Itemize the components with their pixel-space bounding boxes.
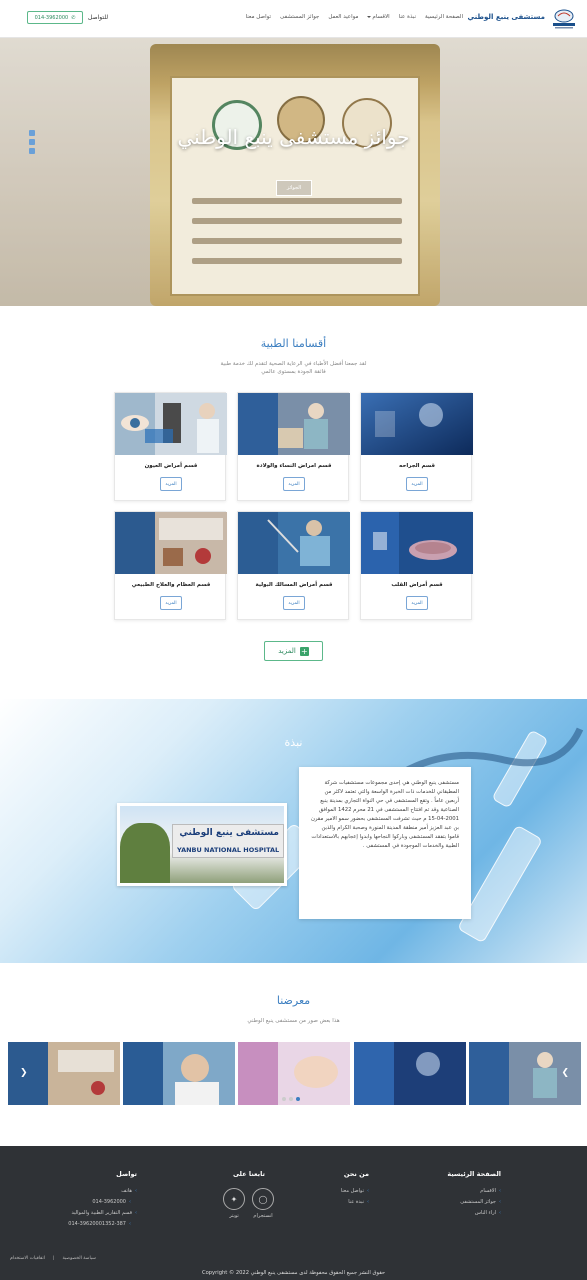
more-departments-label: المزيد xyxy=(278,647,296,655)
gallery-image[interactable] xyxy=(123,1042,235,1105)
department-title: قسم أمراض المسالك البولية xyxy=(255,582,333,588)
brand-name[interactable]: مستشفى ينبع الوطني xyxy=(467,13,545,21)
phone-icon: ✆ xyxy=(71,14,76,21)
hospital-building-image: مستشفى ينبع الوطني YANBU NATIONAL HOSPIT… xyxy=(117,803,287,886)
department-card[interactable]: قسم أمراض القلب المزيد xyxy=(360,511,473,620)
phone-button[interactable]: 014-3962000 ✆ xyxy=(27,11,83,24)
footer-reports-number[interactable]: 014-39620001352-387 xyxy=(68,1221,137,1227)
plus-icon: + xyxy=(299,646,309,656)
department-card[interactable]: قسم العظام والعلاج الطبيعي المزيد xyxy=(114,511,227,620)
twitter-label: تويتر xyxy=(229,1213,239,1219)
footer-about-column: من نحن تواصل معنا نبذة عنا xyxy=(341,1170,369,1210)
footer-home-column: الصفحة الرئيسية الاقسام جوائز المستشفى ا… xyxy=(447,1170,501,1221)
department-more-button[interactable]: المزيد xyxy=(283,477,305,491)
department-more-button[interactable]: المزيد xyxy=(160,477,182,491)
surgery-image xyxy=(361,393,473,455)
hospital-logo[interactable] xyxy=(549,8,579,30)
gallery-prev-arrow[interactable]: ❮ xyxy=(20,1068,28,1078)
ophthalmology-image xyxy=(115,393,227,455)
urology-image xyxy=(238,512,350,574)
departments-title: أقسامنا الطبية xyxy=(260,337,327,350)
chevron-down-icon xyxy=(367,15,372,18)
footer-link-reviews[interactable]: اراء الناس xyxy=(447,1210,501,1216)
instagram-label: انستجرام xyxy=(253,1213,273,1219)
footer-bottom-links: سياسة الخصوصية | اتفاقيات الاستخدام xyxy=(10,1256,96,1261)
orthopedics-image xyxy=(115,512,227,574)
footer-follow-column: تابعنا على xyxy=(233,1170,265,1188)
about-text: مستشفى ينبع الوطني هي إحدى مجموعات مستشف… xyxy=(299,767,471,919)
twitter-link[interactable]: ✦ تويتر xyxy=(223,1188,245,1219)
about-title: نبذة xyxy=(284,736,303,749)
gallery-subtitle: هذا بعض صور من مستشفى ينبع الوطني xyxy=(247,1018,340,1024)
nav-awards[interactable]: جوائز المستشفى xyxy=(280,14,319,20)
hero-slider xyxy=(0,38,587,306)
department-card[interactable]: قسم امراض النساء والولادة المزيد xyxy=(237,392,350,501)
footer-contact-title: تواصل xyxy=(116,1170,137,1178)
main-nav: الصفحة الرئيسية نبذة عنا الاقسام مواعيد … xyxy=(246,14,463,20)
footer-phone-number[interactable]: 014-3962000 xyxy=(68,1199,137,1205)
privacy-policy-link[interactable]: سياسة الخصوصية xyxy=(62,1256,95,1261)
footer-about-title: من نحن xyxy=(343,1170,369,1178)
footer-divider: | xyxy=(52,1256,55,1261)
footer-link-awards[interactable]: جوائز المستشفى xyxy=(447,1199,501,1205)
gallery-image[interactable] xyxy=(354,1042,466,1105)
footer-contact-column: تواصل هاتف 014-3962000 قسم التقارير الطب… xyxy=(68,1170,137,1232)
department-card[interactable]: قسم أمراض المسالك البولية المزيد xyxy=(237,511,350,620)
copyright: حقوق النشر جميع الحقوق محفوظة لدى مستشفى… xyxy=(201,1270,386,1276)
footer-follow-title: تابعنا على xyxy=(232,1170,265,1178)
department-more-button[interactable]: المزيد xyxy=(406,596,428,610)
department-title: قسم أمراض العيون xyxy=(144,463,198,469)
cardiology-image xyxy=(361,512,473,574)
nav-departments-label: الاقسام xyxy=(372,14,390,20)
gallery-next-arrow[interactable]: ❯ xyxy=(561,1068,569,1078)
department-more-button[interactable]: المزيد xyxy=(160,596,182,610)
gynecology-image xyxy=(238,393,350,455)
department-title: قسم امراض النساء والولادة xyxy=(256,463,332,469)
footer-reports-label: قسم التقارير الطبية والمواليد xyxy=(68,1210,137,1216)
departments-subtitle-1: لقد جمعنا أفضل الأطباء في الرعاية الصحية… xyxy=(220,361,367,367)
nav-about[interactable]: نبذة عنا xyxy=(399,14,416,20)
department-title: قسم أمراض القلب xyxy=(391,582,443,588)
nav-contact[interactable]: تواصل معنا xyxy=(246,14,271,20)
footer-home-title: الصفحة الرئيسية xyxy=(447,1170,501,1178)
department-card[interactable]: قسم أمراض العيون المزيد xyxy=(114,392,227,501)
site-header: مستشفى ينبع الوطني الصفحة الرئيسية نبذة … xyxy=(0,0,587,38)
department-more-button[interactable]: المزيد xyxy=(406,477,428,491)
footer-phone-label: هاتف xyxy=(68,1188,137,1194)
nav-home[interactable]: الصفحة الرئيسية xyxy=(425,14,463,20)
twitter-icon: ✦ xyxy=(223,1188,245,1210)
phone-number: 014-3962000 xyxy=(34,14,69,21)
gallery-dots[interactable] xyxy=(282,1097,300,1101)
footer-link-about[interactable]: نبذة عنا xyxy=(341,1199,369,1205)
departments-subtitle-2: فائقة الجودة بمستوى عالمي xyxy=(261,369,326,375)
department-title: قسم الجراحه xyxy=(399,463,435,469)
building-sign-arabic: مستشفى ينبع الوطني xyxy=(179,828,279,838)
gallery-image[interactable] xyxy=(238,1042,350,1105)
more-departments-button[interactable]: + المزيد xyxy=(264,641,323,661)
building-sign-english: YANBU NATIONAL HOSPITAL xyxy=(177,846,280,854)
instagram-link[interactable]: ◯ انستجرام xyxy=(252,1188,274,1219)
instagram-icon: ◯ xyxy=(252,1188,274,1210)
hero-title: جوائز مستشفى ينبع الوطني xyxy=(177,125,410,149)
nav-hours[interactable]: مواعيد العمل xyxy=(328,14,358,20)
terms-of-use-link[interactable]: اتفاقيات الاستخدام xyxy=(10,1256,45,1261)
gallery-title: معرضنا xyxy=(276,994,311,1007)
nav-departments[interactable]: الاقسام xyxy=(367,14,390,20)
department-more-button[interactable]: المزيد xyxy=(283,596,305,610)
department-title: قسم العظام والعلاج الطبيعي xyxy=(131,582,211,588)
footer-link-departments[interactable]: الاقسام xyxy=(447,1188,501,1194)
department-card[interactable]: قسم الجراحه المزيد xyxy=(360,392,473,501)
gallery-carousel: ❮ ❯ xyxy=(8,1042,581,1105)
hero-awards-button[interactable]: الجوائز xyxy=(276,180,312,196)
contact-label: للتواصل xyxy=(88,14,109,21)
footer-link-contact[interactable]: تواصل معنا xyxy=(341,1188,369,1194)
